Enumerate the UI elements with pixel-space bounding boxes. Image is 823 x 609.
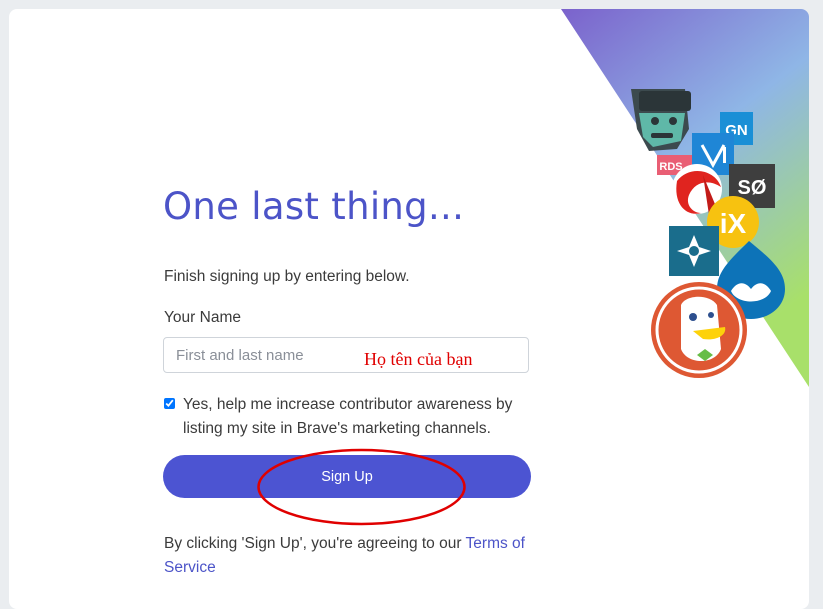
signup-card: GN RDS SØ iX One last thing... Finish si… <box>9 9 809 609</box>
nerd-face-icon <box>631 89 691 151</box>
terms-notice: By clicking 'Sign Up', you're agreeing t… <box>164 532 534 580</box>
signup-subtitle: Finish signing up by entering below. <box>164 268 410 285</box>
svg-text:SØ: SØ <box>738 177 767 199</box>
name-input[interactable] <box>163 337 529 373</box>
sign-up-button[interactable]: Sign Up <box>163 455 531 498</box>
consent-checkbox[interactable] <box>164 398 175 409</box>
name-field-label: Your Name <box>164 309 241 326</box>
consent-label[interactable]: Yes, help me increase contributor awaren… <box>183 393 528 441</box>
page-title: One last thing... <box>163 185 465 228</box>
brand-logo-cluster: GN RDS SØ iX <box>631 89 785 378</box>
annotation-label: Họ tên của bạn <box>364 349 473 369</box>
svg-text:RDS: RDS <box>659 161 682 173</box>
svg-text:iX: iX <box>720 208 747 239</box>
duckduckgo-logo-icon <box>651 282 747 378</box>
terms-prefix: By clicking 'Sign Up', you're agreeing t… <box>164 535 466 552</box>
star-logo-icon <box>669 226 719 276</box>
